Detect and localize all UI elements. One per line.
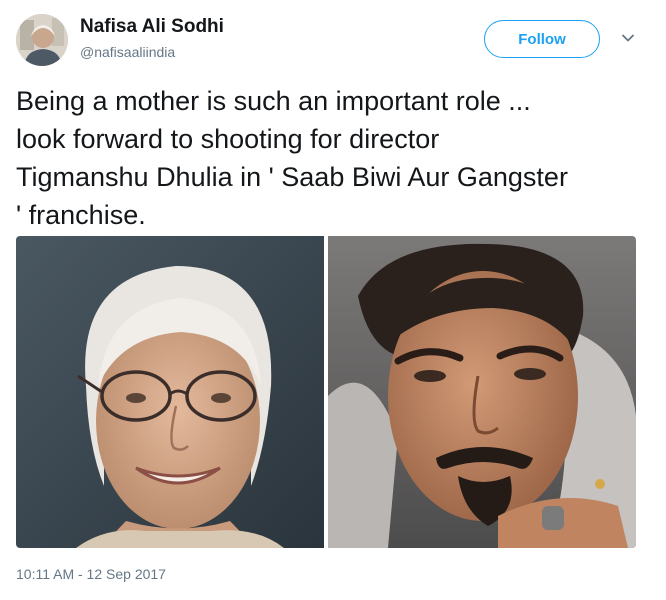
tweet-card: Nafisa Ali Sodhi @nafisaaliindia Follow …	[0, 0, 666, 600]
avatar[interactable]	[16, 14, 68, 66]
tweet-media[interactable]	[16, 236, 636, 548]
tweet-text: Being a mother is such an important role…	[16, 86, 568, 230]
photo-woman[interactable]	[16, 236, 324, 548]
author-name[interactable]: Nafisa Ali Sodhi	[80, 16, 224, 38]
tweet-timestamp[interactable]: 10:11 AM - 12 Sep 2017	[16, 566, 166, 582]
author-handle[interactable]: @nafisaaliindia	[80, 44, 175, 60]
follow-button[interactable]: Follow	[484, 20, 600, 58]
photo-man[interactable]	[328, 236, 636, 548]
chevron-down-icon[interactable]	[620, 30, 636, 46]
